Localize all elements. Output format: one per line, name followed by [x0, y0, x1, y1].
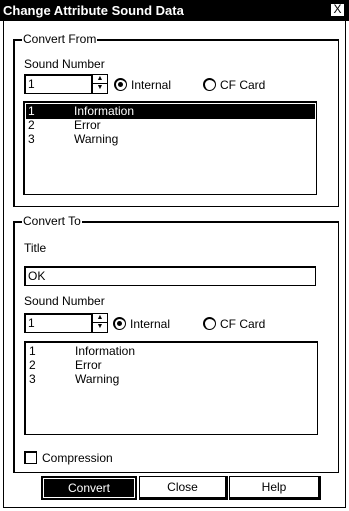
title-label: Title: [24, 241, 47, 255]
list-item-number: 1: [29, 344, 36, 358]
list-item-number: 2: [28, 118, 35, 132]
list-item-name: Warning: [74, 132, 119, 146]
from-sound-number-label: Sound Number: [24, 57, 105, 71]
list-item[interactable]: 3 Warning: [26, 132, 315, 147]
convert-to-label: Convert To: [22, 214, 82, 228]
to-sound-number-input[interactable]: 1: [24, 313, 92, 333]
spin-up-icon[interactable]: ▲: [93, 314, 107, 323]
list-item-name: Information: [75, 344, 136, 358]
to-radio-cf-card-label: CF Card: [220, 317, 266, 331]
list-item-name: Warning: [75, 372, 120, 386]
spin-up-icon[interactable]: ▲: [93, 75, 107, 84]
close-icon[interactable]: X: [330, 3, 345, 17]
to-sound-list[interactable]: 1 Information 2 Error 3 Warning: [24, 341, 318, 435]
to-radio-cf-card[interactable]: [203, 317, 216, 330]
list-item-number: 3: [28, 132, 35, 146]
spin-down-icon[interactable]: ▼: [93, 84, 107, 93]
list-item-number: 3: [29, 372, 36, 386]
list-item[interactable]: 1 Information: [26, 104, 315, 119]
compression-label: Compression: [42, 451, 113, 465]
dialog-title-bar: Change Attribute Sound Data X: [0, 0, 349, 21]
list-item-number: 2: [29, 358, 36, 372]
from-radio-internal[interactable]: [114, 78, 127, 91]
from-sound-number-spinner[interactable]: ▲ ▼: [92, 74, 108, 94]
from-radio-cf-card-label: CF Card: [220, 78, 266, 92]
from-sound-list[interactable]: 1 Information 2 Error 3 Warning: [23, 101, 317, 195]
close-button[interactable]: Close: [139, 476, 228, 500]
list-item-number: 1: [28, 104, 35, 118]
list-item[interactable]: 2 Error: [26, 118, 315, 133]
convert-from-group: Convert From Sound Number 1 ▲ ▼ Internal…: [13, 32, 339, 207]
convert-from-label: Convert From: [22, 32, 98, 46]
help-button[interactable]: Help: [229, 476, 321, 500]
to-sound-number-label: Sound Number: [24, 294, 105, 308]
list-item[interactable]: 1 Information: [27, 344, 316, 359]
convert-button[interactable]: Convert: [41, 476, 137, 500]
from-radio-internal-label: Internal: [131, 78, 172, 92]
from-radio-cf-card[interactable]: [203, 78, 216, 91]
spin-down-icon[interactable]: ▼: [93, 323, 107, 332]
from-sound-number-input[interactable]: 1: [24, 74, 92, 94]
to-radio-internal-label: Internal: [130, 317, 171, 331]
list-item[interactable]: 3 Warning: [27, 372, 316, 387]
change-attribute-sound-data-dialog: Convert From Sound Number 1 ▲ ▼ Internal…: [3, 21, 346, 508]
dialog-title: Change Attribute Sound Data: [3, 3, 184, 18]
to-radio-internal[interactable]: [113, 317, 126, 330]
compression-checkbox[interactable]: [24, 451, 37, 464]
list-item-name: Information: [74, 104, 135, 118]
convert-to-group: Convert To Title OK Sound Number 1 ▲ ▼ I…: [13, 214, 339, 473]
list-item-name: Error: [74, 118, 101, 132]
to-sound-number-spinner[interactable]: ▲ ▼: [92, 313, 108, 333]
title-input[interactable]: OK: [24, 266, 316, 286]
list-item[interactable]: 2 Error: [27, 358, 316, 373]
list-item-name: Error: [75, 358, 102, 372]
